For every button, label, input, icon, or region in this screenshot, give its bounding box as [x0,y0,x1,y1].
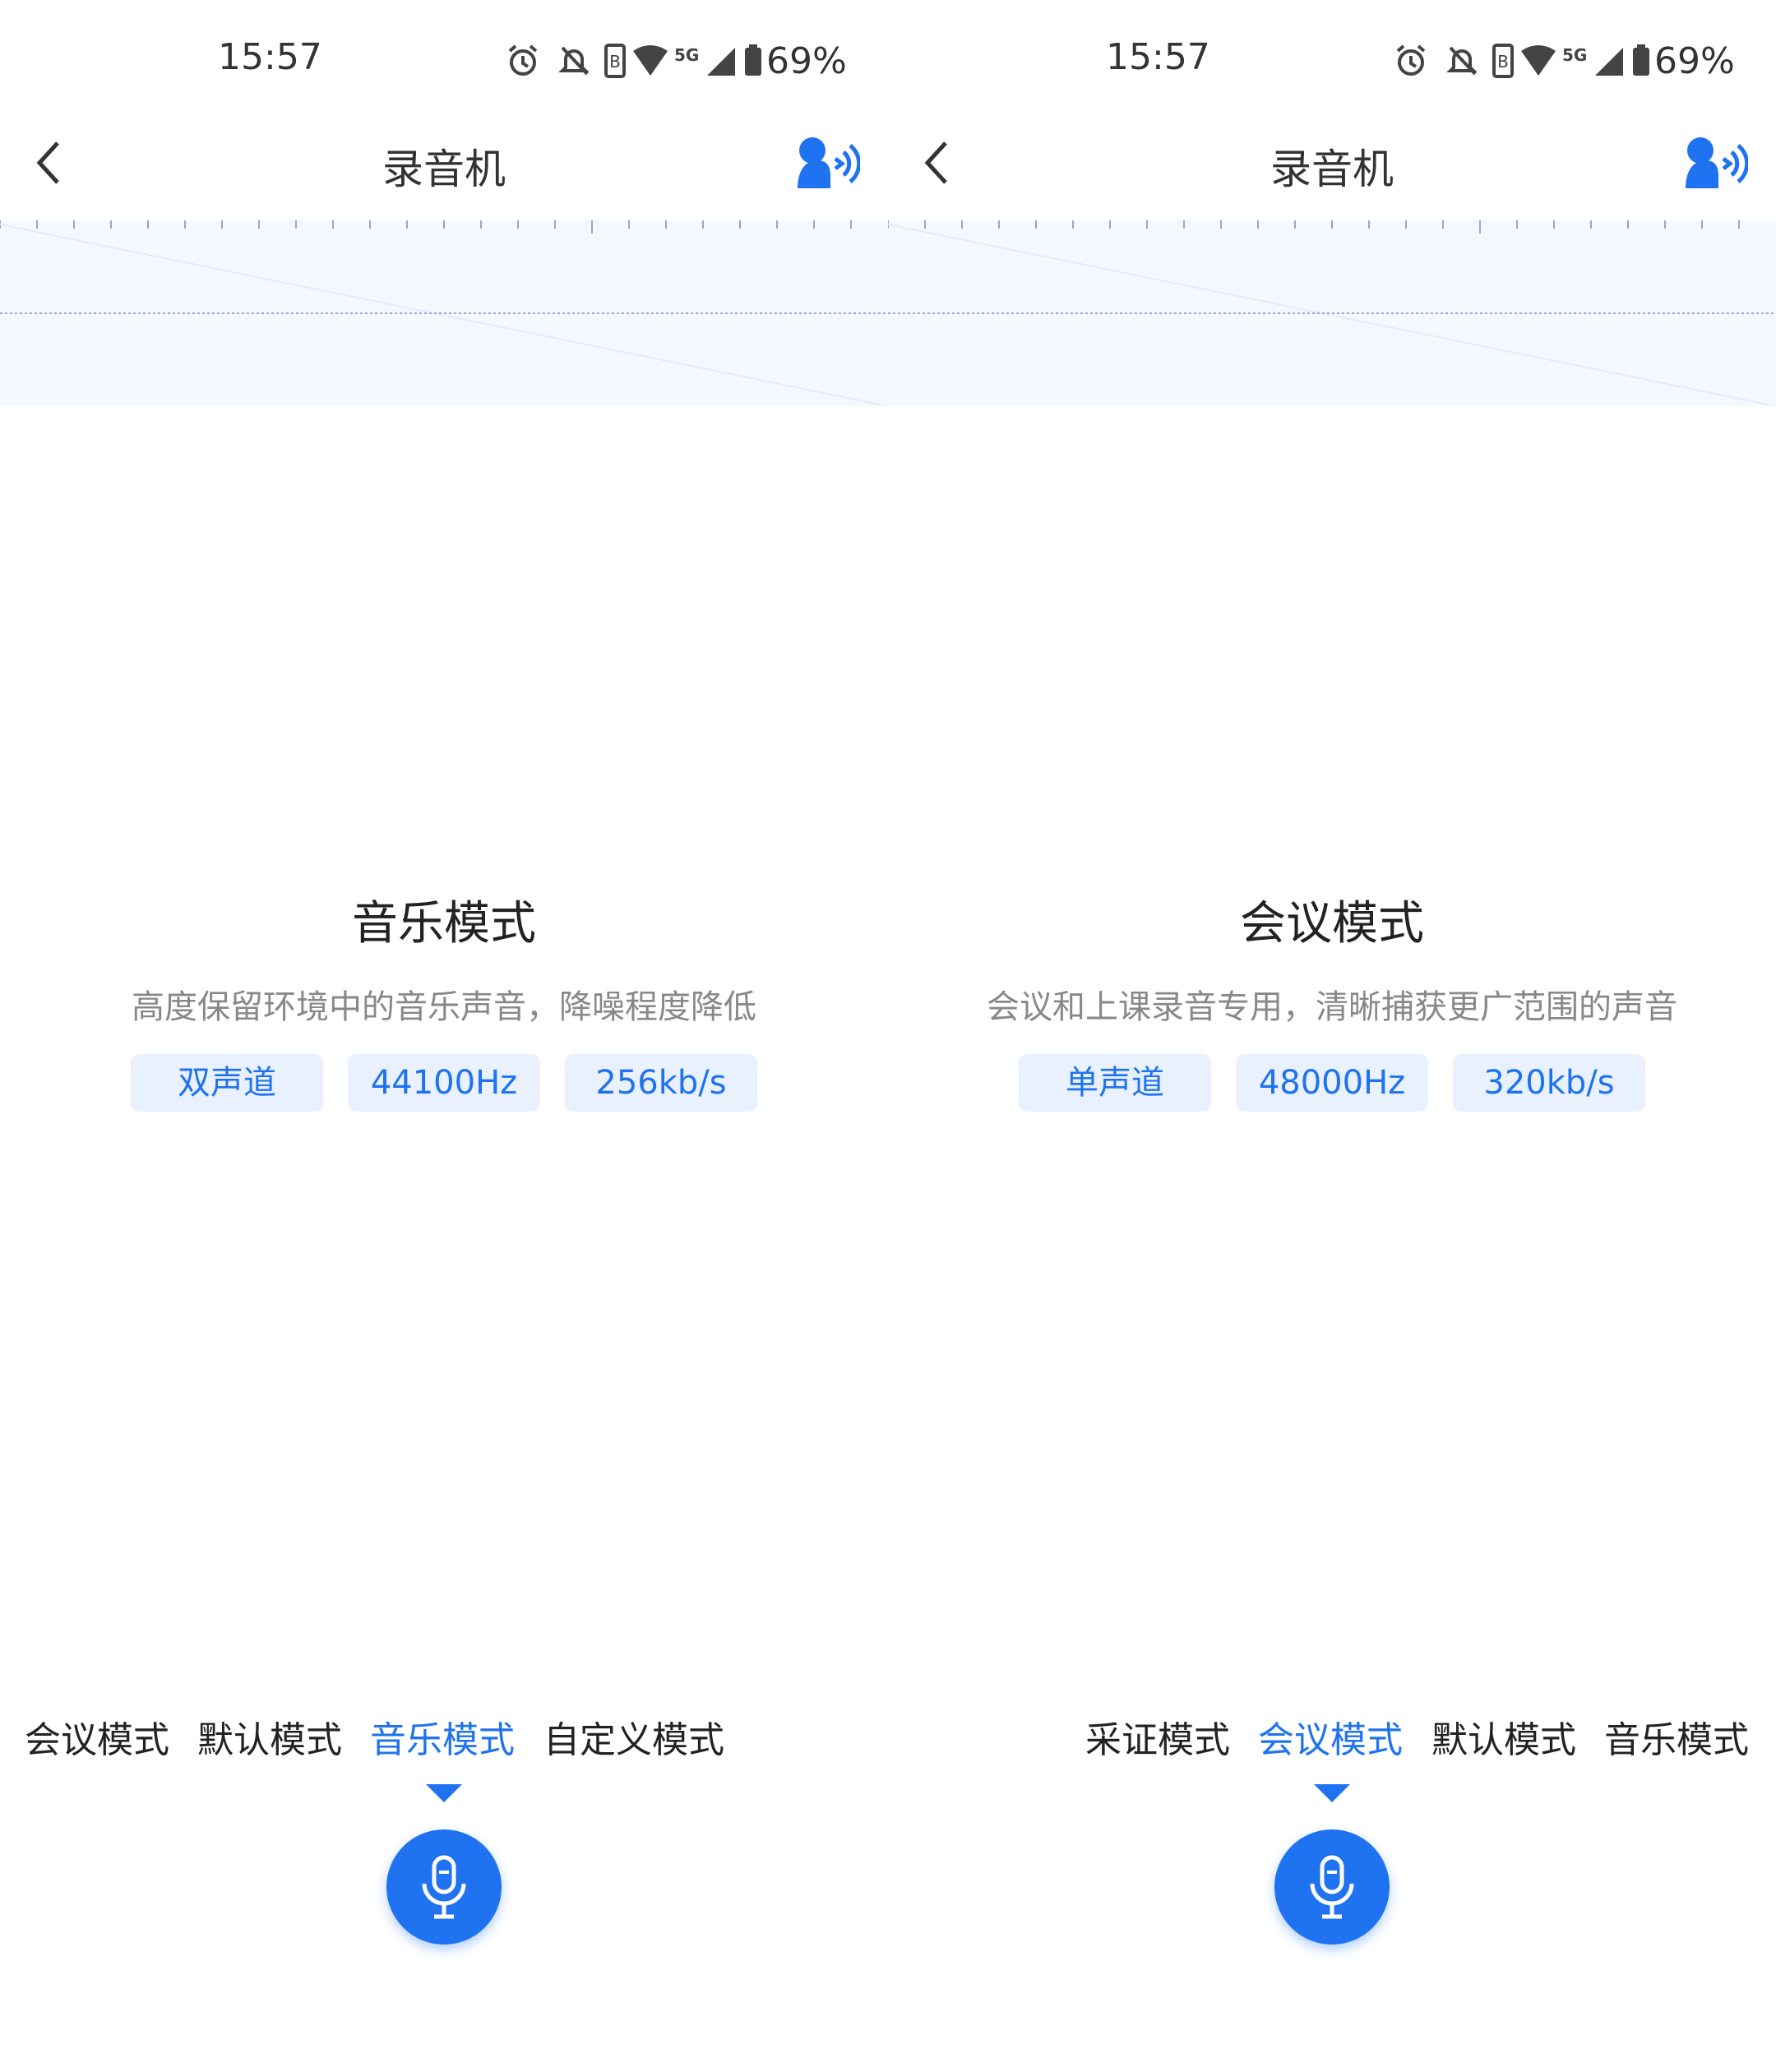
tab-default-mode[interactable]: 默认模式 [1431,1710,1576,1763]
right-screen: 15:57 B 5G 69% 录音机 会议模式 会议和上课录音专用，清晰捕获更广… [888,0,1776,2072]
channel-tag: 双声道 [131,1054,323,1112]
signal-icon [1595,48,1623,76]
status-bar: 15:57 B 5G 69% [0,0,888,123]
status-icons: B 5G 69% [505,36,847,86]
wifi-icon [1521,45,1556,76]
active-tab-indicator [1314,1784,1350,1802]
tab-default-mode[interactable]: 默认模式 [197,1710,342,1763]
bitrate-tag: 320kb/s [1453,1054,1645,1112]
battery-percent: 69% [766,39,847,82]
tab-meeting-mode[interactable]: 会议模式 [25,1710,169,1763]
mode-description: 高度保留环境中的音乐声音，降噪程度降低 [132,988,756,1026]
microphone-icon [422,1855,466,1919]
mode-tags: 双声道 44100Hz 256kb/s [0,1054,888,1112]
record-button[interactable] [386,1829,502,1945]
mode-title: 会议模式 [1240,897,1424,950]
sim-icon: B [1492,44,1514,78]
microphone-icon [1310,1855,1354,1919]
sample-rate-tag: 48000Hz [1236,1054,1428,1112]
tab-music-mode[interactable]: 音乐模式 [1604,1710,1749,1763]
svg-text:5G: 5G [1562,45,1587,65]
wifi-icon [633,45,668,76]
mode-title: 音乐模式 [352,897,536,950]
alarm-icon [508,44,538,76]
tab-music-mode[interactable]: 音乐模式 [370,1710,515,1763]
mute-notification-icon [1446,46,1478,76]
page-title: 录音机 [382,146,506,193]
left-screen: 15:57 B 5G 69% 录音机 音乐模式 高度保留环境中的音乐声音，降噪程… [0,0,888,2072]
voice-speaker-icon[interactable] [1682,134,1748,192]
alarm-icon [1396,44,1426,76]
svg-text:B: B [1497,52,1509,72]
tab-custom-mode[interactable]: 自定义模式 [543,1710,724,1763]
bitrate-tag: 256kb/s [565,1054,757,1112]
tab-meeting-mode[interactable]: 会议模式 [1258,1710,1403,1763]
voice-speaker-icon[interactable] [794,134,860,192]
status-icons: B 5G 69% [1393,36,1735,86]
status-time: 15:57 [1106,36,1210,78]
active-tab-indicator [426,1784,462,1802]
signal-icon [707,48,735,76]
battery-percent: 69% [1654,39,1735,82]
sim-icon: B [604,44,626,78]
sample-rate-tag: 44100Hz [348,1054,540,1112]
waveform-area [888,220,1776,406]
record-button[interactable] [1274,1829,1390,1945]
battery-icon [745,44,761,76]
mode-tabs: 采证模式 会议模式 默认模式 音乐模式 [888,1710,1776,1768]
mode-description: 会议和上课录音专用，清晰捕获更广范围的声音 [987,988,1677,1026]
status-time: 15:57 [218,36,322,78]
waveform-area [0,220,888,406]
channel-tag: 单声道 [1019,1054,1211,1112]
mode-tabs: 会议模式 默认模式 音乐模式 自定义模式 [0,1710,888,1768]
5g-icon: 5G [1562,45,1587,65]
5g-icon: 5G [674,45,699,65]
battery-icon [1633,44,1649,76]
svg-text:B: B [609,52,621,72]
mode-tags: 单声道 48000Hz 320kb/s [888,1054,1776,1112]
mute-notification-icon [558,46,590,76]
svg-text:5G: 5G [674,45,699,65]
tab-evidence-mode[interactable]: 采证模式 [1085,1710,1230,1763]
status-bar: 15:57 B 5G 69% [888,0,1776,123]
page-title: 录音机 [1270,146,1394,193]
